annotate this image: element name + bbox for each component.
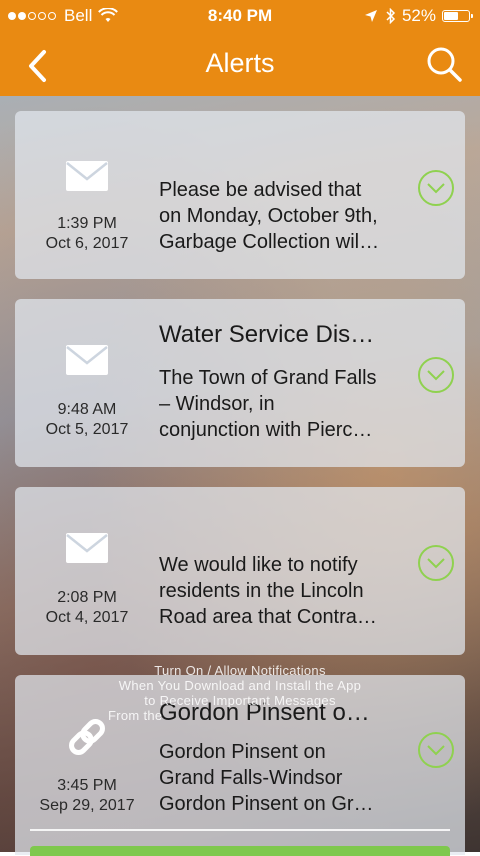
notification-prompt-overlay: Turn On / Allow Notifications When You D… bbox=[0, 663, 480, 723]
page-title: Alerts bbox=[205, 48, 275, 78]
alert-preview-line: The Town of Grand Falls bbox=[159, 367, 377, 389]
alert-time: 9:48 AM bbox=[57, 401, 117, 418]
divider bbox=[30, 829, 450, 831]
alert-card[interactable]: 2:08 PM Oct 4, 2017 We would like to not… bbox=[15, 487, 465, 655]
overlay-line: to Receive Important Messages bbox=[144, 693, 336, 708]
status-bar: Bell 8:40 PM 52% bbox=[0, 0, 480, 32]
bluetooth-icon bbox=[386, 8, 396, 24]
battery-icon bbox=[442, 10, 473, 22]
battery-percent: 52% bbox=[401, 6, 436, 25]
expand-chevron-icon[interactable] bbox=[417, 356, 455, 394]
status-right: 52% bbox=[364, 6, 473, 26]
overlay-line: From the bbox=[108, 708, 163, 723]
alert-preview: The Town of Grand Falls – Windsor, in co… bbox=[159, 365, 409, 443]
alert-time: 3:45 PM bbox=[57, 777, 117, 794]
alert-date: Oct 4, 2017 bbox=[45, 609, 129, 626]
search-icon[interactable] bbox=[424, 44, 464, 84]
overlay-line: Turn On / Allow Notifications bbox=[154, 663, 326, 678]
alert-preview-line: Please be advised that bbox=[159, 179, 362, 201]
alert-time: 1:39 PM bbox=[57, 215, 117, 232]
alert-preview-line: residents in the Lincoln bbox=[159, 580, 364, 602]
battery-level bbox=[444, 12, 458, 20]
alert-date: Sep 29, 2017 bbox=[39, 797, 135, 814]
navigation-bar: Alerts bbox=[0, 32, 480, 96]
alert-card[interactable]: 9:48 AM Oct 5, 2017 Water Service Dis… T… bbox=[15, 299, 465, 467]
envelope-icon bbox=[66, 533, 108, 563]
alert-preview-line: Garbage Collection wil… bbox=[159, 231, 380, 253]
alert-preview-line: Gordon Pinsent on Gr… bbox=[159, 793, 374, 815]
alert-preview: We would like to notify residents in the… bbox=[159, 552, 409, 630]
envelope-icon bbox=[66, 161, 108, 191]
alert-preview: Gordon Pinsent on Grand Falls-Windsor Go… bbox=[159, 739, 409, 817]
alert-preview-line: conjunction with Pierc… bbox=[159, 419, 373, 441]
alert-preview-line: Gordon Pinsent on bbox=[159, 741, 326, 763]
expand-chevron-icon[interactable] bbox=[417, 169, 455, 207]
alert-title: Water Service Dis… bbox=[159, 321, 375, 348]
alert-preview: Please be advised that on Monday, Octobe… bbox=[159, 177, 409, 255]
overlay-line: When You Download and Install the App bbox=[118, 678, 362, 693]
alert-preview-line: We would like to notify bbox=[159, 554, 358, 576]
alert-time: 2:08 PM bbox=[57, 589, 117, 606]
location-arrow-icon bbox=[364, 10, 377, 22]
action-button-partial[interactable] bbox=[30, 846, 450, 856]
envelope-icon bbox=[66, 345, 108, 375]
alert-date: Oct 5, 2017 bbox=[45, 421, 129, 438]
alert-preview-line: Road area that Contra… bbox=[159, 606, 377, 628]
alert-preview-line: – Windsor, in bbox=[159, 393, 275, 415]
alert-date: Oct 6, 2017 bbox=[45, 235, 129, 252]
alert-preview-line: Grand Falls-Windsor bbox=[159, 767, 343, 789]
expand-chevron-icon[interactable] bbox=[417, 544, 455, 582]
alert-preview-line: on Monday, October 9th, bbox=[159, 205, 378, 227]
alert-card[interactable]: 1:39 PM Oct 6, 2017 Please be advised th… bbox=[15, 111, 465, 279]
expand-chevron-icon[interactable] bbox=[417, 731, 455, 769]
